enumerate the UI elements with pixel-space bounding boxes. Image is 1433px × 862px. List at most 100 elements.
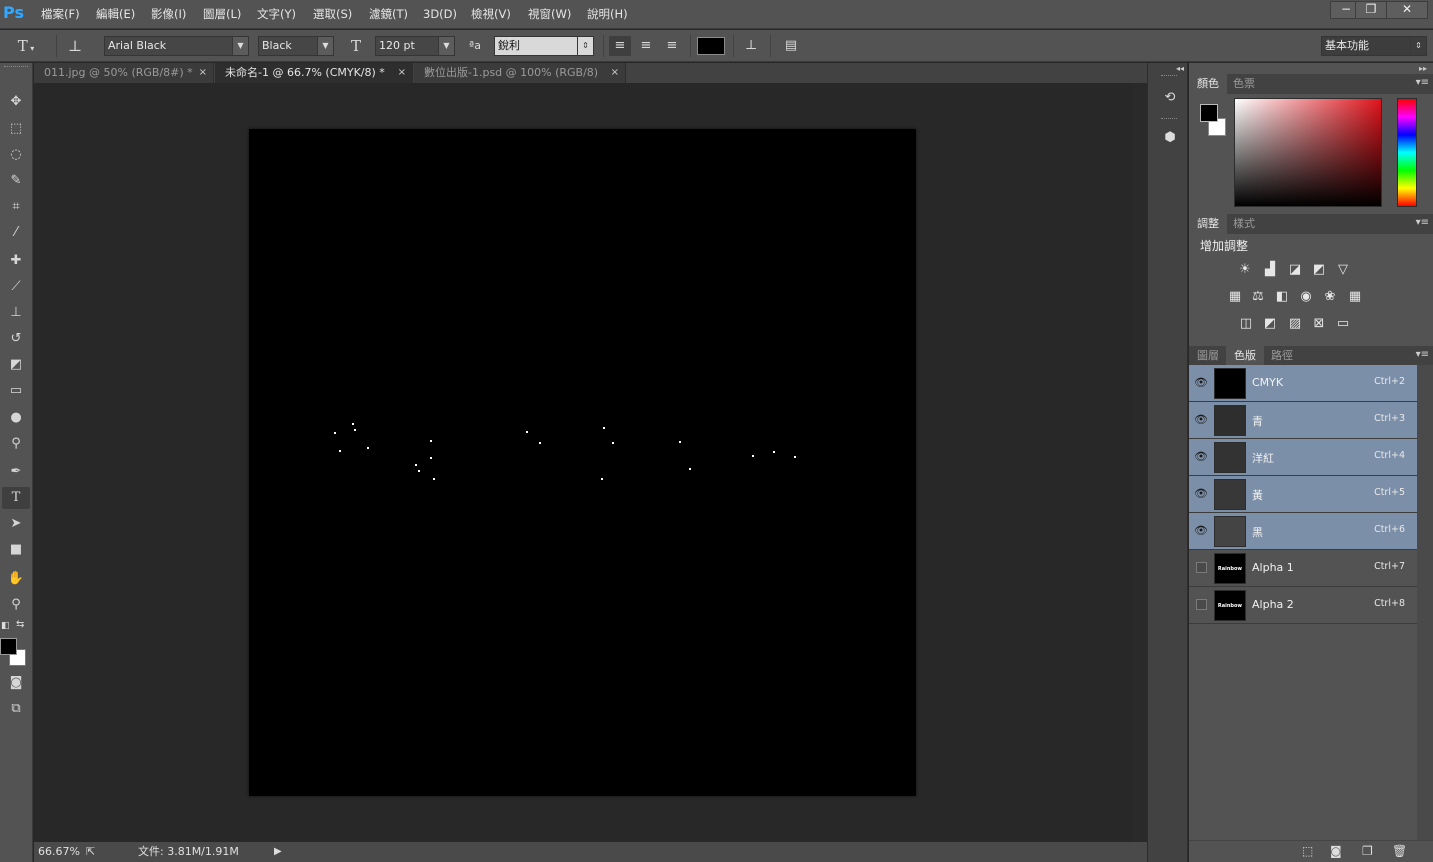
document-canvas[interactable]: [249, 129, 916, 796]
brush-tool-icon[interactable]: ⟋: [2, 276, 30, 298]
panel-menu-icon[interactable]: ▾≡: [1416, 349, 1429, 360]
type-tool-icon[interactable]: T: [2, 487, 30, 509]
eyedropper-tool-icon[interactable]: ⁄: [2, 222, 30, 244]
default-colors-icon[interactable]: ◧: [1, 621, 10, 631]
visibility-eye-icon[interactable]: 👁: [1194, 376, 1208, 390]
menu-image[interactable]: 影像(I): [151, 6, 186, 22]
font-family-select[interactable]: Arial Black ▼: [104, 36, 249, 56]
menu-type[interactable]: 文字(Y): [257, 6, 296, 22]
quick-mask-icon[interactable]: ◙: [2, 672, 30, 694]
trash-icon[interactable]: 🗑: [1392, 844, 1407, 858]
tab-swatches[interactable]: 色票: [1225, 74, 1263, 94]
zoom-tool-icon[interactable]: ⚲: [2, 594, 30, 616]
vibrance-icon[interactable]: ▽: [1334, 262, 1352, 278]
threshold-icon[interactable]: ▨: [1286, 316, 1304, 332]
channel-row[interactable]: 👁 黑 Ctrl+6: [1189, 513, 1417, 550]
selective-color-icon[interactable]: ⊠: [1310, 316, 1328, 332]
close-window-button[interactable]: ✕: [1386, 1, 1428, 19]
brightness-icon[interactable]: ☀: [1236, 262, 1254, 278]
screen-mode-icon[interactable]: ⧉: [2, 698, 30, 720]
close-tab-icon[interactable]: ×: [199, 63, 207, 83]
load-selection-icon[interactable]: ⬚: [1302, 844, 1313, 858]
blur-tool-icon[interactable]: ●: [2, 407, 30, 429]
foreground-color-swatch[interactable]: [0, 638, 17, 655]
zoom-level[interactable]: 66.67%: [38, 842, 80, 862]
warp-text-icon[interactable]: ⊥: [740, 36, 762, 56]
eraser-tool-icon[interactable]: ◩: [2, 354, 30, 376]
channels-scrollbar[interactable]: [1417, 365, 1433, 843]
text-color-swatch[interactable]: [697, 37, 725, 55]
channel-row[interactable]: 👁 洋紅 Ctrl+4: [1189, 439, 1417, 476]
font-size-select[interactable]: 120 pt ▼: [375, 36, 455, 56]
gradient-tool-icon[interactable]: ▭: [2, 380, 30, 402]
history-brush-tool-icon[interactable]: ↺: [2, 328, 30, 350]
channel-row[interactable]: Rainbow Alpha 1 Ctrl+7: [1189, 550, 1417, 587]
tab-paths[interactable]: 路徑: [1263, 346, 1301, 366]
menu-view[interactable]: 檢視(V): [471, 6, 511, 22]
close-tab-icon[interactable]: ×: [398, 63, 406, 83]
clone-stamp-tool-icon[interactable]: ⊥: [2, 302, 30, 324]
history-panel-icon[interactable]: ⟲: [1159, 88, 1181, 108]
visibility-toggle[interactable]: [1196, 562, 1207, 573]
new-channel-icon[interactable]: ❐: [1362, 844, 1373, 858]
color-balance-icon[interactable]: ⚖: [1249, 289, 1267, 305]
channel-row[interactable]: 👁 CMYK Ctrl+2: [1189, 365, 1417, 402]
panel-grip[interactable]: [1161, 118, 1177, 119]
panel-menu-icon[interactable]: ▾≡: [1416, 77, 1429, 88]
levels-icon[interactable]: ▟: [1261, 262, 1279, 278]
menu-select[interactable]: 選取(S): [313, 6, 352, 22]
move-tool-icon[interactable]: ✥: [2, 91, 30, 113]
restore-button[interactable]: ❐: [1355, 1, 1387, 19]
doc-tab[interactable]: 011.jpg @ 50% (RGB/8#) * ×: [34, 63, 214, 83]
swap-colors-icon[interactable]: ⇆: [16, 619, 24, 630]
status-menu-arrow-icon[interactable]: ▶: [274, 842, 282, 862]
tab-styles[interactable]: 樣式: [1225, 214, 1263, 234]
posterize-icon[interactable]: ◩: [1261, 316, 1279, 332]
black-white-icon[interactable]: ◧: [1273, 289, 1291, 305]
toggle-text-orientation-icon[interactable]: ⊥: [64, 36, 86, 56]
tab-layers[interactable]: 圖層: [1189, 346, 1227, 366]
menu-help[interactable]: 說明(H): [587, 6, 628, 22]
doc-tab-active[interactable]: 未命名-1 @ 66.7% (CMYK/8) * ×: [215, 63, 413, 83]
menu-file[interactable]: 檔案(F): [41, 6, 80, 22]
photo-filter-icon[interactable]: ◉: [1297, 289, 1315, 305]
expand-panels-icon[interactable]: ▸▸: [1419, 64, 1427, 73]
visibility-eye-icon[interactable]: 👁: [1194, 413, 1208, 427]
dodge-tool-icon[interactable]: ⚲: [2, 433, 30, 455]
channel-mixer-icon[interactable]: ❀: [1321, 289, 1339, 305]
menu-layer[interactable]: 圖層(L): [203, 6, 241, 22]
channel-row[interactable]: Rainbow Alpha 2 Ctrl+8: [1189, 587, 1417, 624]
collapse-panels-icon[interactable]: ◂◂: [1176, 64, 1184, 73]
path-selection-tool-icon[interactable]: ➤: [2, 513, 30, 535]
menu-edit[interactable]: 編輯(E): [96, 6, 135, 22]
invert-icon[interactable]: ◫: [1237, 316, 1255, 332]
rectangle-tool-icon[interactable]: ■: [2, 539, 30, 561]
antialias-select[interactable]: 銳利 ⇕: [494, 36, 594, 56]
lasso-tool-icon[interactable]: ◌: [2, 144, 30, 166]
menu-3d[interactable]: 3D(D): [423, 6, 457, 22]
character-panel-icon[interactable]: ▤: [780, 36, 802, 56]
workspace-select[interactable]: 基本功能 ⇕: [1321, 36, 1427, 56]
color-lookup-icon[interactable]: ▦: [1346, 289, 1364, 305]
align-left-icon[interactable]: ≡: [609, 36, 631, 56]
doc-tab[interactable]: 數位出版-1.psd @ 100% (RGB/8) ×: [414, 63, 626, 83]
panel-grip[interactable]: [1161, 75, 1177, 76]
exposure-icon[interactable]: ◩: [1310, 262, 1328, 278]
align-right-icon[interactable]: ≡: [661, 36, 683, 56]
tool-preset-picker[interactable]: T ▾: [2, 36, 50, 56]
font-style-select[interactable]: Black ▼: [258, 36, 334, 56]
pen-tool-icon[interactable]: ✒: [2, 461, 30, 483]
color-field[interactable]: [1234, 98, 1382, 207]
hue-saturation-icon[interactable]: ▦: [1226, 289, 1244, 305]
curves-icon[interactable]: ◪: [1286, 262, 1304, 278]
share-icon[interactable]: ⇱: [86, 842, 95, 862]
marquee-tool-icon[interactable]: ⬚: [2, 118, 30, 140]
tab-channels[interactable]: 色版: [1226, 346, 1264, 366]
tab-adjustments[interactable]: 調整: [1189, 214, 1227, 234]
quick-selection-tool-icon[interactable]: ✎: [2, 170, 30, 192]
save-selection-icon[interactable]: ◙: [1330, 844, 1342, 858]
menu-window[interactable]: 視窗(W): [528, 6, 571, 22]
visibility-toggle[interactable]: [1196, 599, 1207, 610]
visibility-eye-icon[interactable]: 👁: [1194, 524, 1208, 538]
gradient-map-icon[interactable]: ▭: [1334, 316, 1352, 332]
